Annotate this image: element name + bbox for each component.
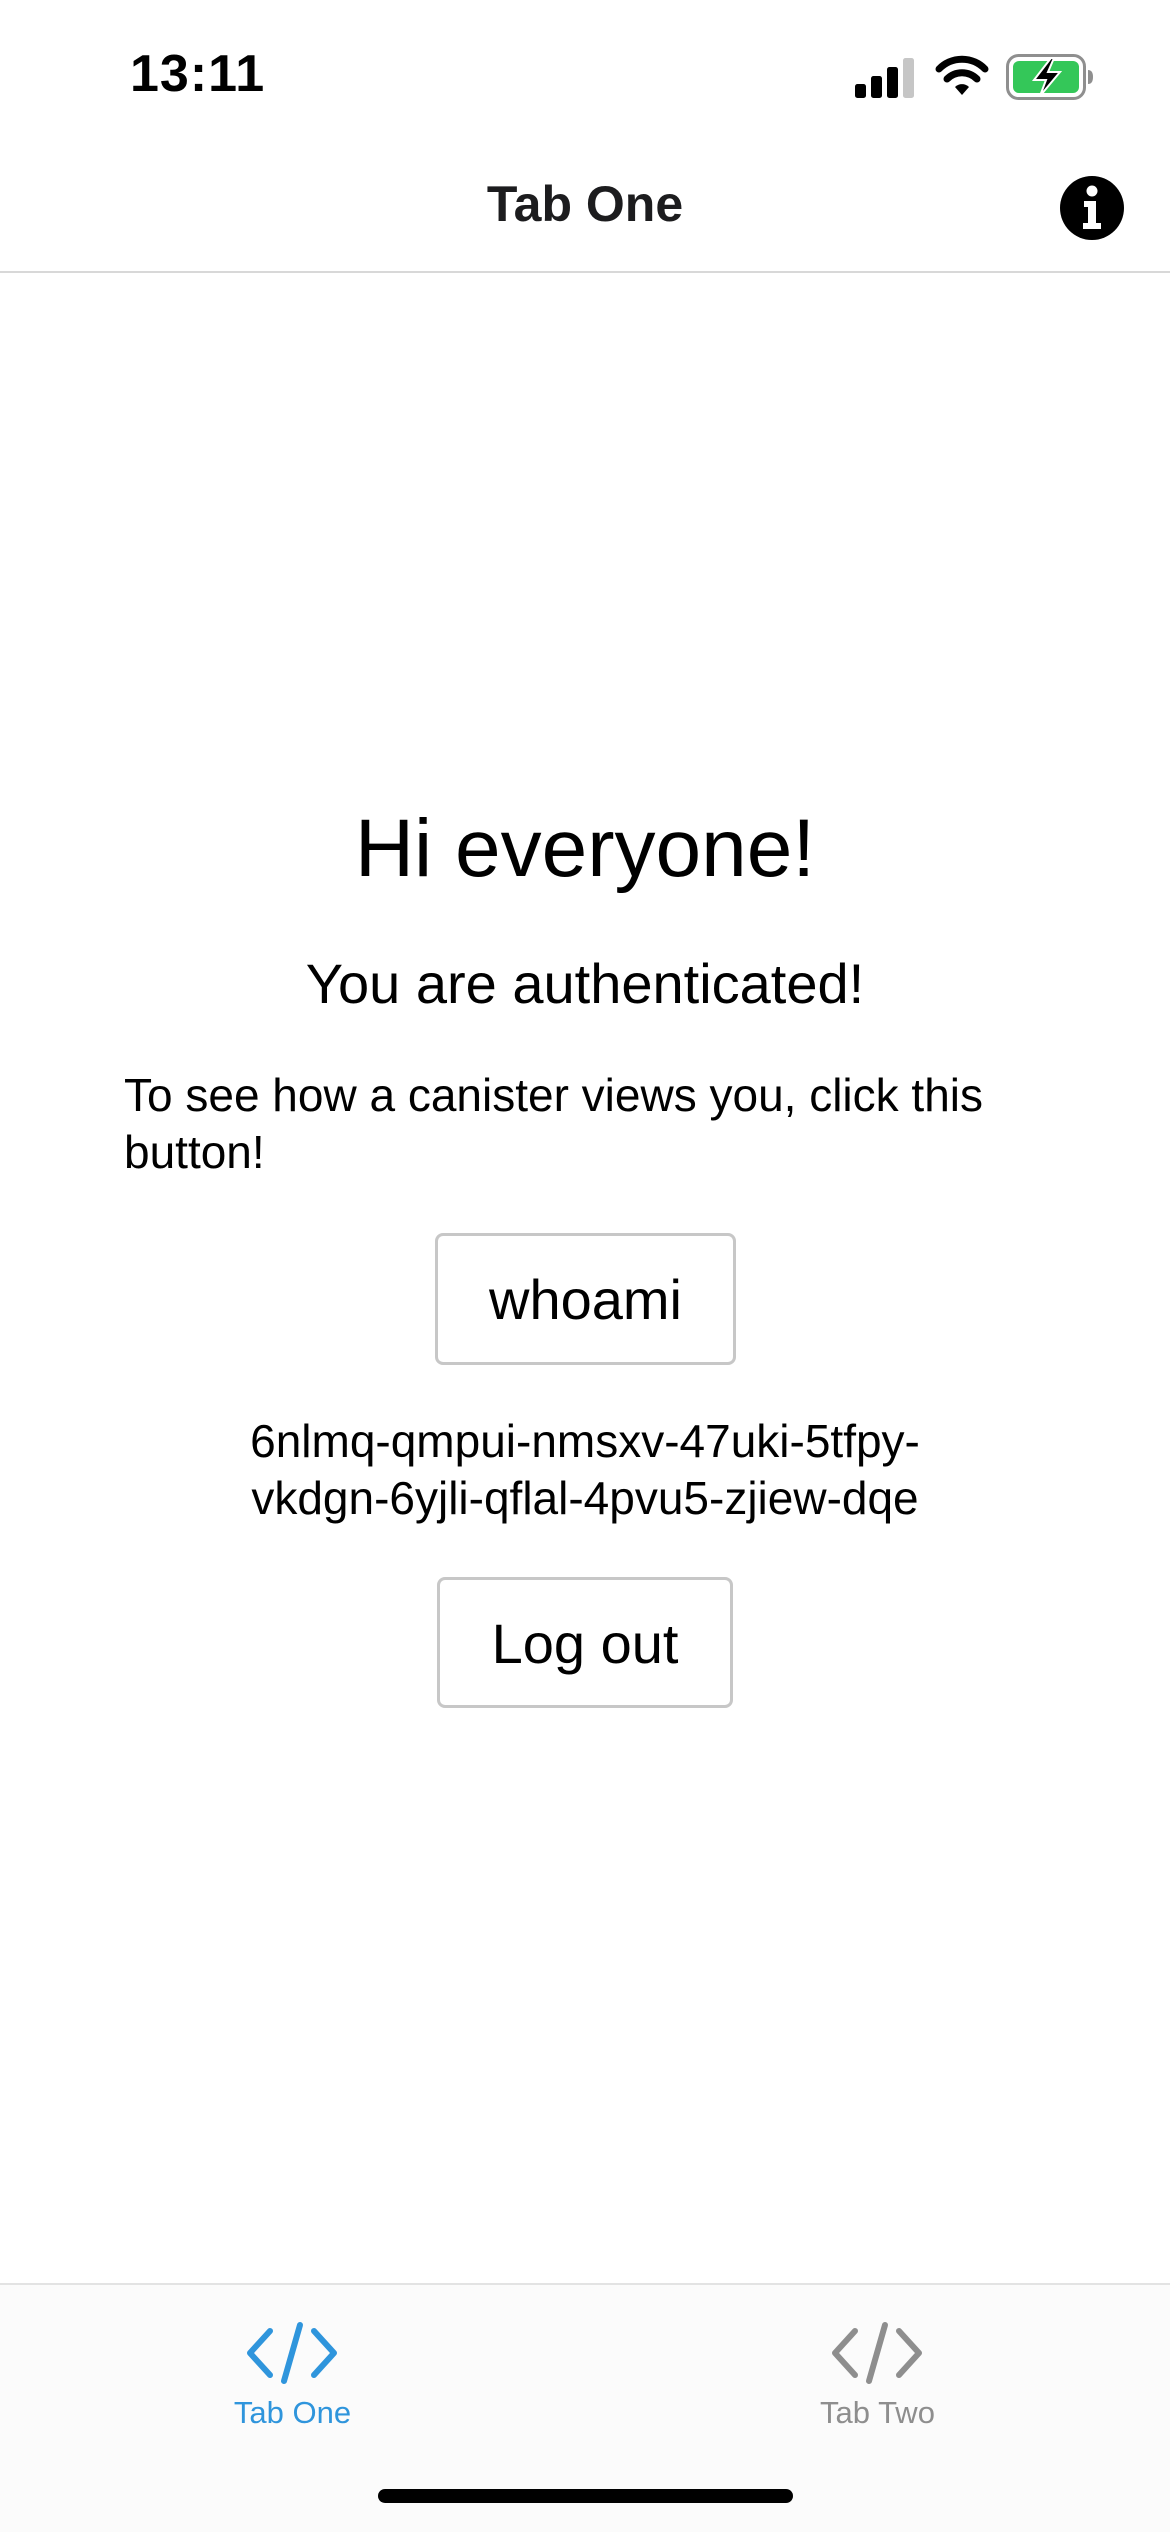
cellular-signal-icon xyxy=(855,58,914,98)
home-indicator xyxy=(378,2489,793,2503)
main-content: Hi everyone! You are authenticated! To s… xyxy=(0,273,1170,2283)
tab-one[interactable]: Tab One xyxy=(0,2285,585,2455)
auth-status-text: You are authenticated! xyxy=(305,952,865,1015)
info-icon[interactable] xyxy=(1060,176,1124,240)
instruction-text: To see how a canister views you, click t… xyxy=(124,1069,984,1178)
wifi-icon xyxy=(935,55,989,95)
tab-one-label: Tab One xyxy=(233,2395,352,2430)
tab-two-label: Tab Two xyxy=(820,2395,935,2430)
principal-id-line-2: vkdgn-6yjli-qflal-4pvu5-zjiew-dqe xyxy=(251,1472,919,1524)
code-icon xyxy=(247,2322,337,2384)
code-icon xyxy=(832,2322,922,2384)
logout-button[interactable]: Log out xyxy=(437,1577,733,1708)
greeting-heading: Hi everyone! xyxy=(354,803,816,894)
status-bar: 13:11 xyxy=(0,0,1170,140)
principal-id-text: 6nlmq-qmpui-nmsxv-47uki-5tfpy- vkdgn-6yj… xyxy=(0,1413,1170,1527)
navigation-header: Tab One xyxy=(0,140,1170,273)
principal-id-line-1: 6nlmq-qmpui-nmsxv-47uki-5tfpy- xyxy=(250,1415,920,1467)
battery-charging-icon xyxy=(1006,54,1093,100)
whoami-button[interactable]: whoami xyxy=(435,1233,736,1365)
tab-two[interactable]: Tab Two xyxy=(585,2285,1170,2455)
status-time: 13:11 xyxy=(130,45,266,103)
page-title: Tab One xyxy=(486,176,684,232)
